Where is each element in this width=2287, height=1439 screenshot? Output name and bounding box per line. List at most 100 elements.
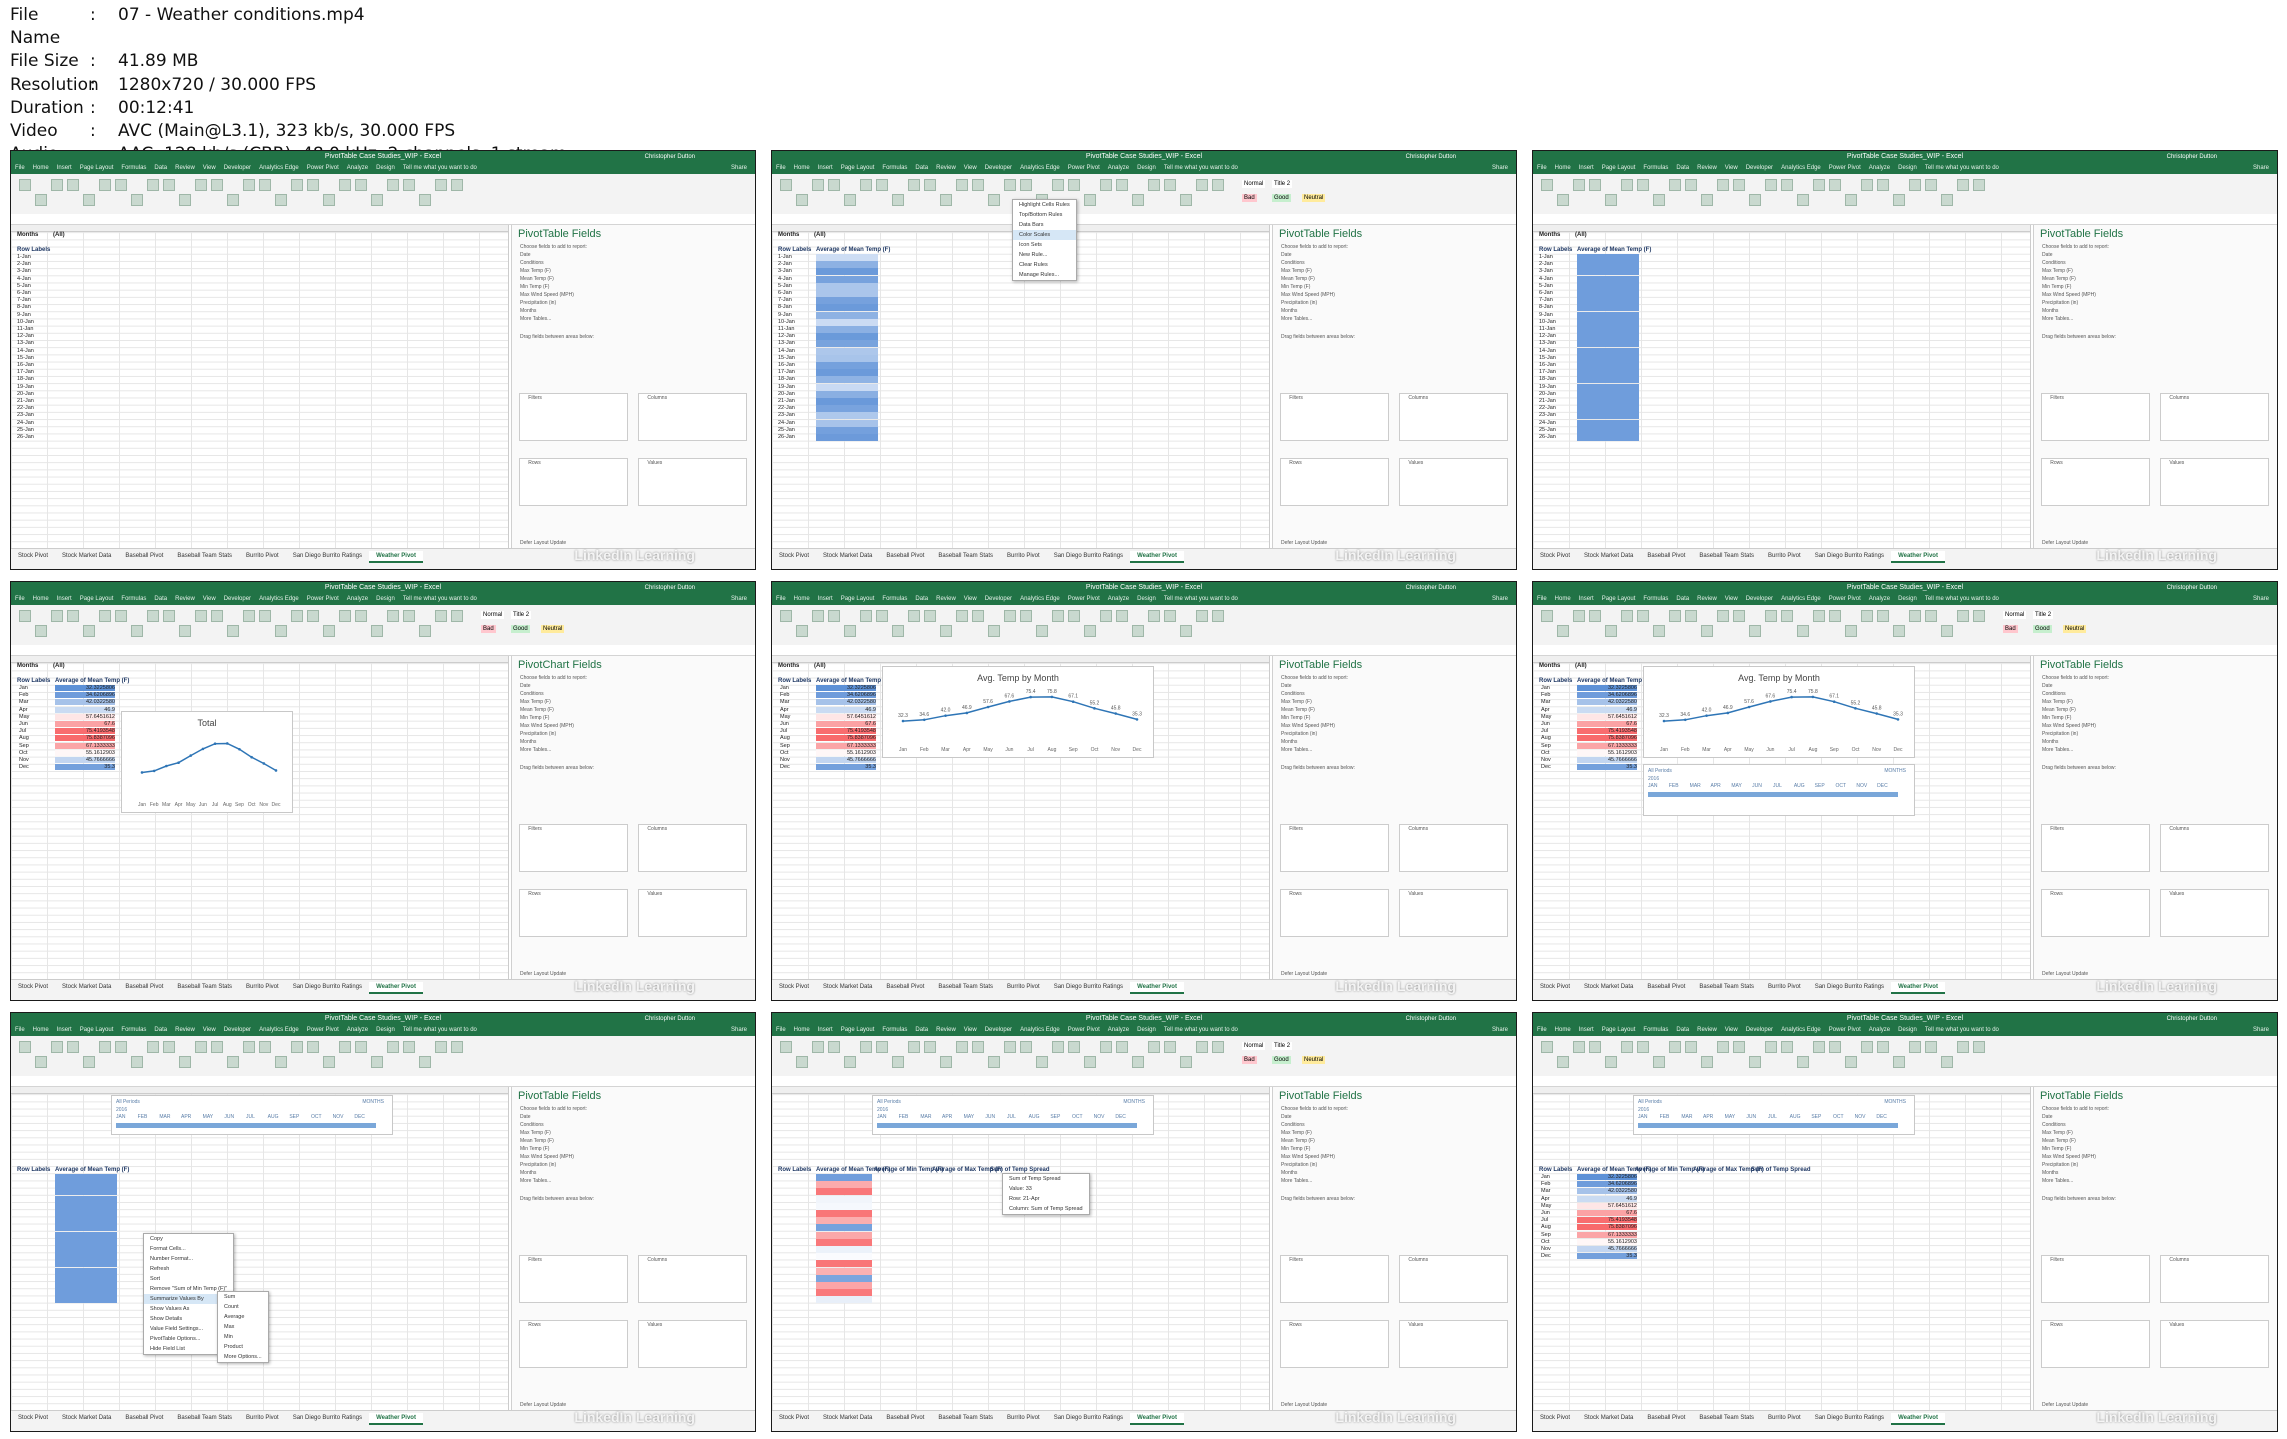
month-value-cell[interactable]: 67.6: [1577, 1210, 1637, 1216]
ribbon-tab[interactable]: Insert: [57, 596, 72, 602]
ribbon-tab[interactable]: File: [1537, 165, 1547, 171]
tell-me-box[interactable]: Tell me what you want to do: [1925, 1027, 1999, 1033]
month-value-cell[interactable]: 46.9: [1577, 1195, 1637, 1202]
ribbon-tab[interactable]: Page Layout: [841, 596, 875, 602]
value-header[interactable]: Average of Mean Temp (F): [816, 247, 890, 253]
ribbon-tab[interactable]: Developer: [985, 165, 1012, 171]
pane-field-item[interactable]: Max Wind Speed (MPH): [512, 291, 755, 299]
share-button[interactable]: Share: [731, 594, 747, 605]
pane-field-item[interactable]: Max Wind Speed (MPH): [2034, 722, 2277, 730]
sheet-tab[interactable]: Baseball Pivot: [1640, 982, 1692, 992]
value-cell[interactable]: [816, 1238, 872, 1246]
pane-field-item[interactable]: Max Temp (F): [512, 698, 755, 706]
area-columns[interactable]: Columns: [1399, 824, 1509, 872]
ribbon-button[interactable]: [1589, 610, 1601, 622]
ribbon-button[interactable]: [19, 1041, 31, 1053]
ribbon-button[interactable]: [908, 1041, 920, 1053]
ribbon-button[interactable]: [908, 610, 920, 622]
ribbon-button[interactable]: [1797, 1056, 1809, 1068]
month-value-cell[interactable]: 67.1333333: [1577, 1231, 1637, 1238]
sheet-tab[interactable]: Stock Pivot: [11, 1413, 55, 1423]
value-cell[interactable]: [55, 1181, 117, 1189]
timeline-month[interactable]: OCT: [1072, 1114, 1083, 1120]
value-cell[interactable]: [1577, 318, 1639, 326]
timeline-unit[interactable]: MONTHS: [1884, 1099, 1906, 1105]
ribbon-button[interactable]: [211, 1041, 223, 1053]
month-value-cell[interactable]: 35.3: [816, 764, 876, 771]
date-timeline[interactable]: All Periods MONTHS 2016 JAN FEB MAR APR MAY JUN J…: [1633, 1095, 1915, 1135]
timeline-month[interactable]: JAN: [116, 1114, 125, 1120]
tell-me-box[interactable]: Tell me what you want to do: [1925, 596, 1999, 602]
month-value-cell[interactable]: 34.6206896: [816, 692, 876, 699]
defer-layout-checkbox[interactable]: Defer Layout Update: [1273, 1401, 1335, 1409]
month-value-cell[interactable]: 75.8387096: [1577, 1224, 1637, 1231]
ribbon-button[interactable]: [1925, 610, 1937, 622]
sheet-tab[interactable]: Stock Market Data: [1577, 982, 1640, 992]
ribbon-button[interactable]: [1605, 625, 1617, 637]
ribbon-tab[interactable]: View: [964, 1027, 977, 1033]
sheet-tab[interactable]: Baseball Team Stats: [170, 1413, 239, 1423]
ribbon-button[interactable]: [1132, 1056, 1144, 1068]
ribbon-tab[interactable]: File: [776, 165, 786, 171]
ribbon-tab[interactable]: Data: [1676, 165, 1689, 171]
ribbon-button[interactable]: [1180, 194, 1192, 206]
ribbon-button[interactable]: [387, 179, 399, 191]
ribbon-tab[interactable]: Review: [936, 596, 956, 602]
tell-me-box[interactable]: Tell me what you want to do: [1925, 165, 1999, 171]
value-cell[interactable]: [55, 1238, 117, 1246]
value-cell[interactable]: [816, 311, 878, 319]
ribbon-button[interactable]: [1557, 625, 1569, 637]
ribbon-button[interactable]: [1957, 610, 1969, 622]
ribbon-button[interactable]: [1701, 1056, 1713, 1068]
pane-field-item[interactable]: Date: [512, 1113, 755, 1121]
ribbon-tab[interactable]: Review: [1697, 1027, 1717, 1033]
value-cell[interactable]: [55, 1274, 117, 1282]
value-cell[interactable]: [816, 347, 878, 355]
pane-field-item[interactable]: Conditions: [1273, 1121, 1516, 1129]
ribbon-button[interactable]: [1052, 610, 1064, 622]
month-value-cell[interactable]: 75.8387096: [816, 735, 876, 742]
timeline-selection-bar[interactable]: [1648, 792, 1898, 797]
sheet-tab[interactable]: Stock Market Data: [55, 982, 118, 992]
pane-field-item[interactable]: Max Wind Speed (MPH): [1273, 1153, 1516, 1161]
month-value-cell[interactable]: 42.0322580: [1577, 699, 1637, 706]
ribbon-button[interactable]: [1116, 1041, 1128, 1053]
worksheet-grid[interactable]: All Periods MONTHS 2016 JAN FEB MAR APR MAY JUN J…: [1533, 1087, 2031, 1411]
ribbon-button[interactable]: [179, 1056, 191, 1068]
ribbon-button[interactable]: [1541, 1041, 1553, 1053]
sheet-tab[interactable]: Weather Pivot: [1891, 1413, 1945, 1425]
pane-field-item[interactable]: Max Wind Speed (MPH): [2034, 291, 2277, 299]
pivot-chart[interactable]: Avg. Temp by Month Jan 32.3 Feb 34.6 Mar 42.0 A…: [1643, 666, 1915, 758]
ribbon-tab[interactable]: Data: [154, 165, 167, 171]
share-button[interactable]: Share: [731, 163, 747, 174]
ribbon-button[interactable]: [339, 610, 351, 622]
ribbon-button[interactable]: [972, 610, 984, 622]
cell-style-title[interactable]: Title 2: [511, 611, 532, 619]
pane-field-item[interactable]: More Tables...: [2034, 746, 2277, 754]
sheet-tab[interactable]: Baseball Team Stats: [931, 1413, 1000, 1423]
ribbon-tab[interactable]: Home: [794, 165, 810, 171]
ribbon-tab[interactable]: File: [1537, 596, 1547, 602]
value-cell[interactable]: [816, 376, 878, 384]
pane-field-item[interactable]: Conditions: [2034, 690, 2277, 698]
ribbon-button[interactable]: [115, 610, 127, 622]
ribbon-button[interactable]: [1196, 1041, 1208, 1053]
ribbon-button[interactable]: [1797, 194, 1809, 206]
menu-item[interactable]: Average: [218, 1312, 268, 1322]
cell-style-bad[interactable]: Bad: [2003, 625, 2018, 633]
month-value-cell[interactable]: 75.8387096: [55, 735, 115, 742]
menu-item[interactable]: Max: [218, 1322, 268, 1332]
value-cell[interactable]: [816, 1274, 872, 1282]
ribbon-button[interactable]: [1004, 179, 1016, 191]
ribbon-button[interactable]: [211, 610, 223, 622]
ribbon-button[interactable]: [403, 179, 415, 191]
ribbon-button[interactable]: [844, 194, 856, 206]
sheet-tab[interactable]: Burrito Pivot: [239, 1413, 286, 1423]
ribbon-tab[interactable]: File: [15, 165, 25, 171]
ribbon-tab[interactable]: Developer: [985, 1027, 1012, 1033]
area-rows[interactable]: Rows: [2041, 458, 2151, 506]
share-button[interactable]: Share: [2253, 1025, 2269, 1036]
value-cell[interactable]: [816, 333, 878, 341]
ribbon-button[interactable]: [35, 1056, 47, 1068]
tell-me-box[interactable]: Tell me what you want to do: [403, 165, 477, 171]
